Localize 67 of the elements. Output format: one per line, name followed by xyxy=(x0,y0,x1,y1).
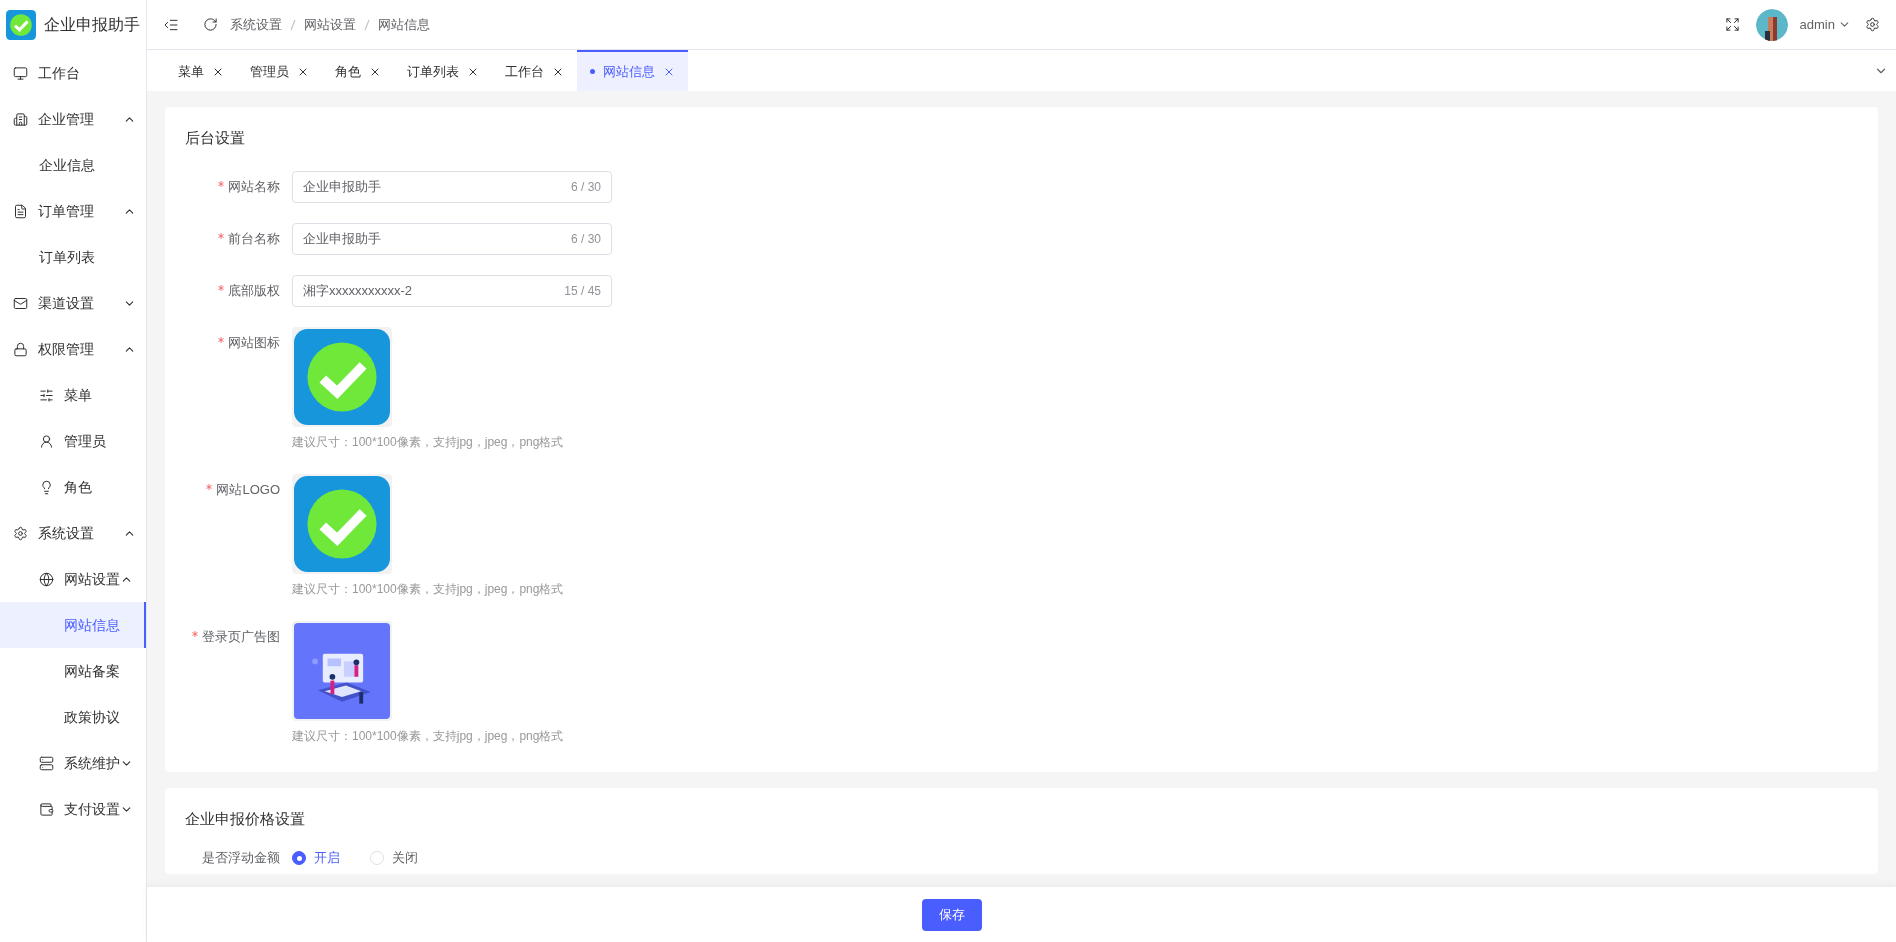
monitor-icon xyxy=(13,65,28,81)
page-tab[interactable]: 网站信息 xyxy=(577,50,688,91)
sidebar-item[interactable]: 订单管理 xyxy=(0,188,146,234)
section-title: 后台设置 xyxy=(185,128,246,148)
sidebar-item[interactable]: 系统维护 xyxy=(0,740,146,786)
text-input[interactable]: 企业申报助手 6 / 30 xyxy=(292,223,612,255)
section-title: 企业申报价格设置 xyxy=(185,809,306,829)
sidebar-item[interactable]: 支付设置 xyxy=(0,786,146,832)
document-icon xyxy=(13,203,28,219)
page-tab[interactable]: 工作台 xyxy=(492,50,577,91)
hint-text: 建议尺寸：100*100像素，支持jpg，jpeg，png格式 xyxy=(292,728,564,745)
fullscreen-icon[interactable] xyxy=(1724,17,1740,32)
breadcrumb-item[interactable]: 网站信息 xyxy=(378,14,430,35)
user-name[interactable]: admin xyxy=(1799,14,1835,35)
field-label: 底部版权 xyxy=(228,282,280,301)
character-count: 6 / 30 xyxy=(570,179,601,196)
sidebar-item[interactable]: 菜单 xyxy=(0,372,146,418)
settings-icon[interactable] xyxy=(1865,17,1880,32)
sidebar-item[interactable]: 工作台 xyxy=(0,50,146,96)
lightbulb-icon xyxy=(39,479,54,495)
refresh-icon[interactable] xyxy=(203,17,218,32)
field-label: 网站LOGO xyxy=(216,481,280,500)
app-title: 企业申报助手 xyxy=(44,15,140,35)
sidebar-item[interactable]: 角色 xyxy=(0,464,146,510)
sidebar-item[interactable]: 企业管理 xyxy=(0,96,146,142)
wallet-icon xyxy=(39,801,54,817)
server-icon xyxy=(39,755,54,771)
sidebar-item[interactable]: 系统设置 xyxy=(0,510,146,556)
sidebar-item[interactable]: 管理员 xyxy=(0,418,146,464)
field-label: 是否浮动金额 xyxy=(202,849,280,868)
hint-text: 建议尺寸：100*100像素，支持jpg，jpeg，png格式 xyxy=(292,434,564,451)
page-tab[interactable]: 管理员 xyxy=(237,50,322,91)
sidebar-item[interactable]: 渠道设置 xyxy=(0,280,146,326)
sidebar-item[interactable]: 网站信息 xyxy=(0,602,146,648)
field-label: 登录页广告图 xyxy=(202,628,280,647)
breadcrumb-item[interactable]: 网站设置 xyxy=(304,14,356,35)
lock-icon xyxy=(13,341,28,357)
field-label: 网站图标 xyxy=(228,334,280,353)
breadcrumb-separator-icon xyxy=(290,18,296,31)
breadcrumb-item[interactable]: 系统设置 xyxy=(230,14,282,35)
sidebar-item[interactable]: 订单列表 xyxy=(0,234,146,280)
mail-icon xyxy=(13,295,28,311)
globe-icon xyxy=(39,571,54,587)
radio-option[interactable]: 开启 xyxy=(292,848,340,868)
text-input[interactable]: 企业申报助手 6 / 30 xyxy=(292,171,612,203)
building-icon xyxy=(13,111,28,127)
text-input[interactable]: 湘字xxxxxxxxxxx-2 15 / 45 xyxy=(292,275,612,307)
field-label: 前台名称 xyxy=(228,230,280,249)
app-logo xyxy=(6,10,36,40)
character-count: 6 / 30 xyxy=(570,231,601,248)
hint-text: 建议尺寸：100*100像素，支持jpg，jpeg，png格式 xyxy=(292,581,564,598)
sliders-icon xyxy=(39,387,54,403)
user-icon xyxy=(39,433,54,449)
save-button[interactable]: 保存 xyxy=(921,898,982,931)
character-count: 15 / 45 xyxy=(564,283,601,300)
page-tab[interactable]: 菜单 xyxy=(165,50,237,91)
sidebar-item[interactable]: 政策协议 xyxy=(0,694,146,740)
page-tab[interactable]: 订单列表 xyxy=(394,50,492,91)
sidebar-item[interactable]: 企业信息 xyxy=(0,142,146,188)
sidebar-item[interactable]: 权限管理 xyxy=(0,326,146,372)
sidebar-item[interactable]: 网站备案 xyxy=(0,648,146,694)
sidebar-item[interactable]: 网站设置 xyxy=(0,556,146,602)
radio-option[interactable]: 关闭 xyxy=(370,848,418,868)
page-tab[interactable]: 角色 xyxy=(322,50,394,91)
breadcrumb-separator-icon xyxy=(364,18,370,31)
gear-icon xyxy=(13,525,28,541)
field-label: 网站名称 xyxy=(228,178,280,197)
